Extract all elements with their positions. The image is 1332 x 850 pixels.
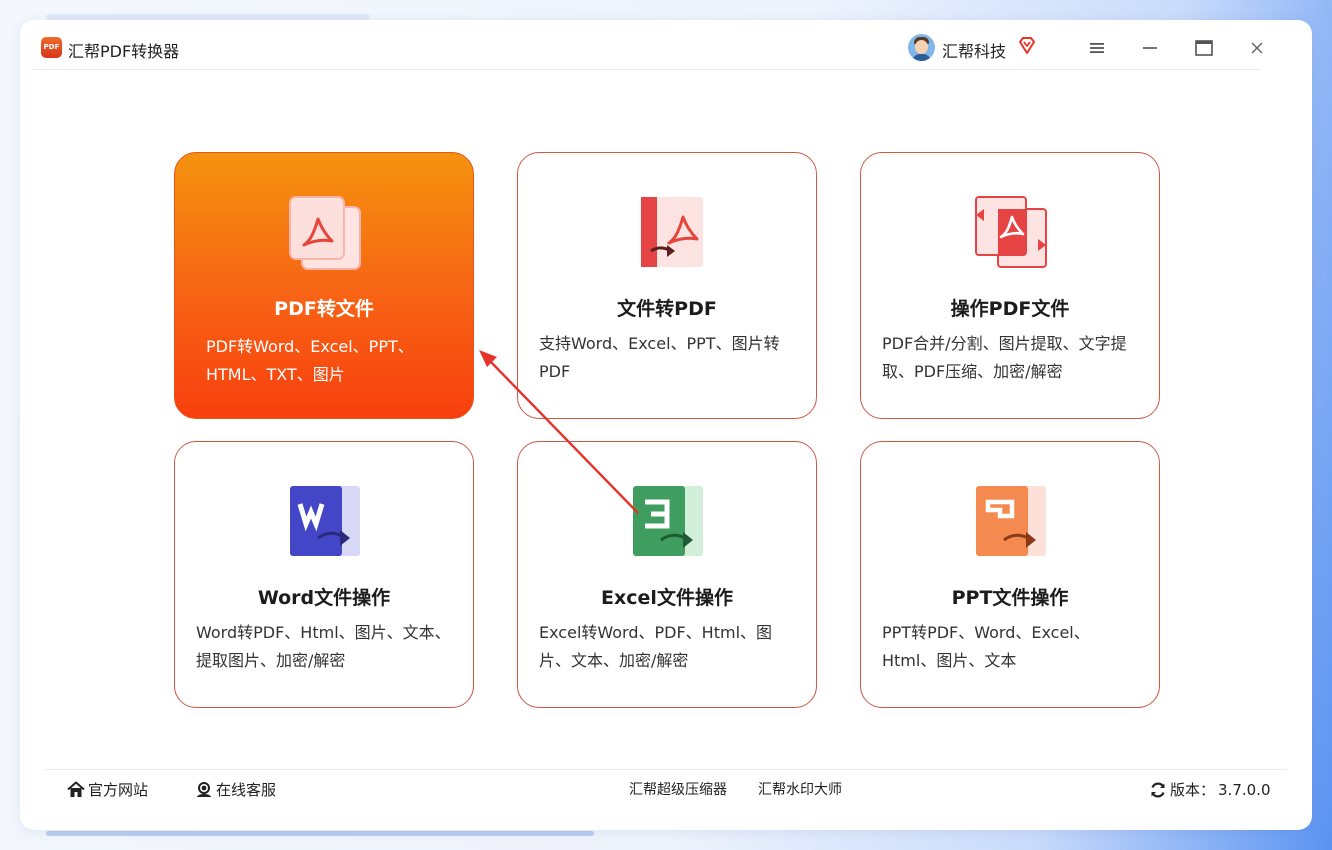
pdf-convert-icon [289, 196, 361, 270]
card-description: PDF合并/分割、图片提取、文字提取、PDF压缩、加密/解密 [882, 334, 1127, 381]
card-title: PDF转文件 [274, 298, 374, 320]
card-description: PPT转PDF、Word、Excel、Html、图片、文本 [882, 623, 1090, 670]
pdf-operate-icon [975, 196, 1047, 268]
user-name[interactable]: 汇帮科技 [942, 38, 1006, 62]
close-icon[interactable] [1243, 34, 1271, 62]
diamond-icon[interactable] [1017, 36, 1037, 56]
word-icon [290, 486, 360, 556]
background-decoration [46, 831, 594, 836]
card-title: 文件转PDF [617, 298, 717, 320]
file-to-pdf-icon [641, 197, 703, 267]
refresh-icon [1151, 782, 1165, 797]
card-title: PPT文件操作 [951, 587, 1069, 609]
card-description: PDF转Word、Excel、PPT、HTML、TXT、图片 [206, 337, 414, 384]
online-service-label: 在线客服 [216, 781, 277, 799]
status-bar: 官方网站 在线客服 汇帮超级压缩器 汇帮水印大师 版本： 3.7.0.0 [45, 769, 1287, 807]
version-info[interactable]: 版本： 3.7.0.0 [1149, 779, 1271, 800]
app-logo-icon: PDF [41, 37, 62, 58]
maximize-icon[interactable] [1190, 34, 1218, 62]
menu-icon[interactable] [1083, 34, 1111, 62]
card-word-operate[interactable]: Word文件操作 Word转PDF、Html、图片、文本、提取图片、加密/解密 [174, 441, 474, 708]
card-description: 支持Word、Excel、PPT、图片转PDF [539, 334, 780, 381]
card-pdf-operate[interactable]: 操作PDF文件 PDF合并/分割、图片提取、文字提取、PDF压缩、加密/解密 [860, 152, 1160, 419]
minimize-icon[interactable] [1136, 34, 1164, 62]
compressor-link[interactable]: 汇帮超级压缩器 [629, 779, 727, 799]
watermark-link[interactable]: 汇帮水印大师 [758, 779, 842, 799]
card-title: Excel文件操作 [601, 587, 733, 609]
card-description: Word转PDF、Html、图片、文本、提取图片、加密/解密 [196, 623, 451, 670]
excel-icon [633, 486, 703, 556]
official-site-link[interactable]: 官方网站 [67, 779, 148, 800]
version-value: 3.7.0.0 [1218, 780, 1271, 799]
card-pdf-to-file[interactable]: PDF转文件 PDF转Word、Excel、PPT、HTML、TXT、图片 [174, 152, 474, 419]
ppt-icon [976, 486, 1046, 556]
app-title: 汇帮PDF转换器 [68, 42, 180, 61]
card-title: 操作PDF文件 [950, 298, 1070, 320]
app-window [20, 20, 1312, 830]
card-description: Excel转Word、PDF、Html、图片、文本、加密/解密 [539, 623, 773, 670]
official-site-label: 官方网站 [88, 781, 149, 799]
card-ppt-operate[interactable]: PPT文件操作 PPT转PDF、Word、Excel、Html、图片、文本 [860, 441, 1160, 708]
title-bar: PDF 汇帮PDF转换器 汇帮科技 [32, 34, 1263, 70]
card-excel-operate[interactable]: Excel文件操作 Excel转Word、PDF、Html、图片、文本、加密/解… [517, 441, 817, 708]
card-file-to-pdf[interactable]: 文件转PDF 支持Word、Excel、PPT、图片转PDF [517, 152, 817, 419]
headset-icon [197, 782, 211, 797]
version-label: 版本： [1170, 781, 1216, 799]
avatar[interactable] [908, 34, 935, 61]
card-title: Word文件操作 [257, 587, 391, 609]
online-service-link[interactable]: 在线客服 [195, 779, 276, 800]
home-icon [67, 781, 85, 797]
